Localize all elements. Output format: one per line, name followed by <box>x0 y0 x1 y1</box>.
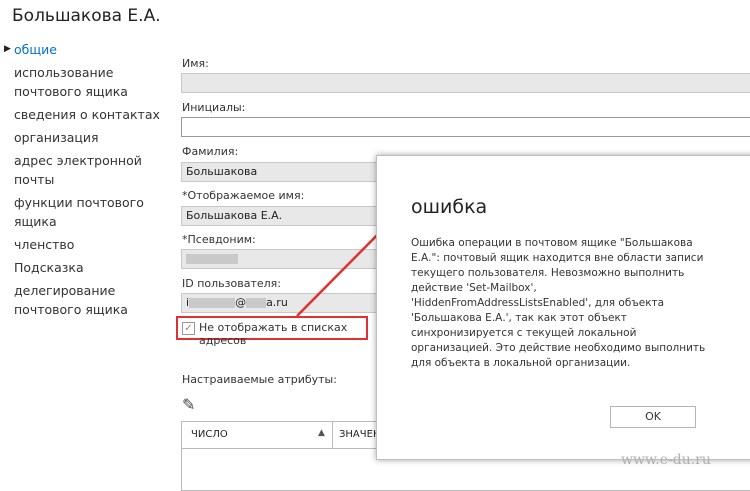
dialog-message: Ошибка операции в почтовом ящике "Больша… <box>411 237 706 369</box>
error-dialog: ошибка Ошибка операции в почтовом ящике … <box>376 155 750 460</box>
ok-button[interactable]: OK <box>610 406 696 428</box>
watermark: www.e-du.ru <box>621 452 711 468</box>
dialog-title: ошибка <box>411 196 488 218</box>
